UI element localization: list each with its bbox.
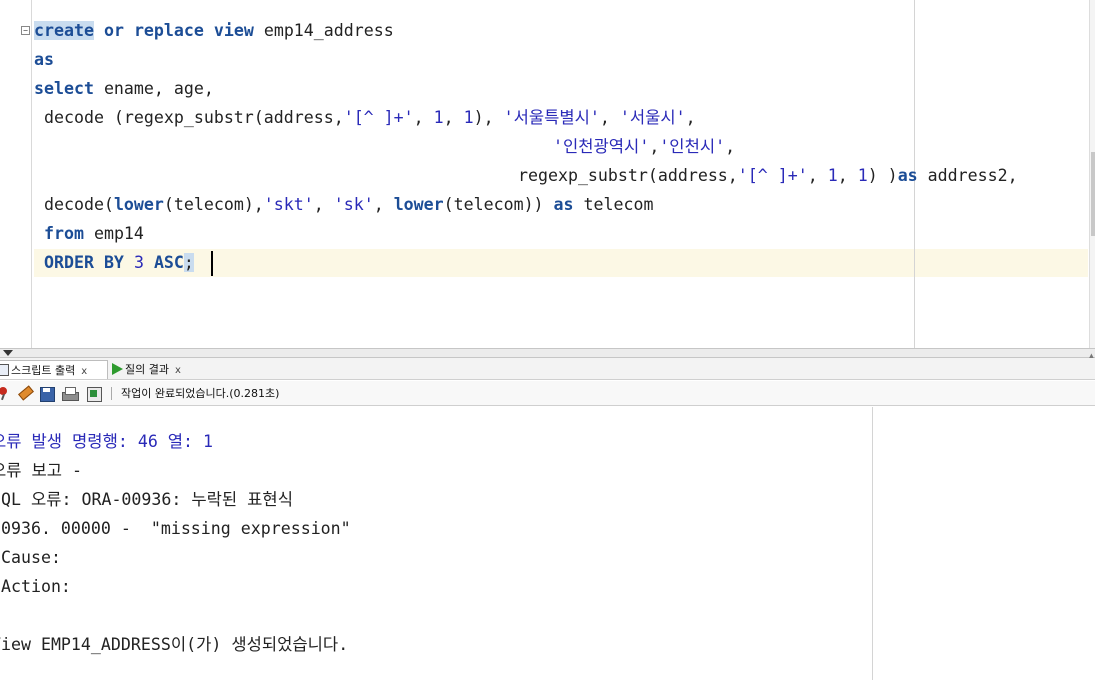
code-token: '[^ ]+' — [343, 108, 414, 127]
code-token: , — [837, 166, 858, 185]
tab-script-output[interactable]: 스크립트 출력 x — [0, 360, 108, 379]
fold-collapse-icon[interactable]: − — [21, 26, 30, 35]
export-icon[interactable] — [86, 386, 102, 402]
sql-editor[interactable]: − create or replace view emp14_address a… — [0, 0, 1095, 348]
output-tab-bar: 스크립트 출력 x 질의 결과 x — [0, 358, 1095, 380]
code-token: from — [44, 224, 84, 243]
code-token: ename, age, — [93, 79, 214, 98]
code-token: as — [553, 195, 574, 214]
code-token: replace — [133, 21, 204, 40]
code-token: 1 — [857, 166, 868, 185]
output-line: *Action: — [0, 577, 71, 596]
code-token: create — [34, 21, 94, 40]
code-token: 'sk' — [333, 195, 374, 214]
code-token: ) ) — [867, 166, 898, 185]
code-token: lower — [113, 195, 164, 214]
clear-eraser-icon[interactable] — [17, 386, 33, 401]
output-toolbar: 작업이 완료되었습니다.(0.281초) — [0, 381, 1095, 406]
code-token: ORDER BY — [44, 253, 124, 272]
close-icon[interactable]: x — [175, 365, 181, 376]
output-line: SQL 오류: ORA-00936: 누락된 표현식 — [0, 490, 293, 509]
code-token: decode (regexp_substr(address, — [34, 108, 344, 127]
output-line: *Cause: — [0, 548, 61, 567]
code-token: (telecom)) — [443, 195, 554, 214]
code-line[interactable]: decode (regexp_substr(address,'[^ ]+', 1… — [34, 107, 696, 129]
pin-icon[interactable] — [0, 386, 13, 401]
code-token: 1 — [827, 166, 838, 185]
code-token: regexp_substr(address, — [518, 166, 738, 185]
code-token: , — [649, 137, 660, 156]
code-token: ASC — [153, 253, 184, 272]
code-line[interactable]: ORDER BY 3 ASC; — [34, 252, 194, 274]
code-token: ; — [183, 253, 194, 272]
code-token: as — [34, 50, 54, 69]
code-token: 1 — [433, 108, 444, 127]
code-token: as — [897, 166, 918, 185]
code-token: , — [413, 108, 434, 127]
pane-splitter[interactable]: ▲ — [0, 348, 1095, 360]
code-line[interactable]: regexp_substr(address,'[^ ]+', 1, 1) )as… — [518, 165, 1018, 187]
code-token: decode( — [34, 195, 114, 214]
code-token: address2, — [917, 166, 1018, 185]
code-token: '서울시' — [619, 108, 686, 127]
script-output-panel[interactable]: 오류 발생 명령행: 46 열: 1 오류 보고 - SQL 오류: ORA-0… — [0, 407, 1095, 680]
editor-gutter: − — [0, 0, 32, 348]
code-token: '인천시' — [659, 137, 726, 156]
code-token: view — [213, 21, 254, 40]
code-line[interactable]: decode(lower(telecom),'skt', 'sk', lower… — [34, 194, 653, 216]
tab-script-label: 스크립트 출력 — [11, 364, 76, 377]
code-token: emp14 — [83, 224, 144, 243]
output-line: View EMP14_ADDRESS이(가) 생성되었습니다. — [0, 635, 349, 654]
run-play-icon — [112, 363, 123, 375]
code-token: , — [313, 195, 334, 214]
editor-vertical-scrollbar[interactable] — [1089, 0, 1095, 348]
text-caret — [211, 251, 213, 276]
tab-query-result[interactable]: 질의 결과 x — [110, 360, 206, 379]
output-line: 오류 보고 - — [0, 461, 83, 480]
code-token: , — [725, 137, 736, 156]
code-token: 3 — [133, 253, 144, 272]
code-line[interactable]: from emp14 — [34, 223, 144, 245]
code-token: , — [685, 108, 696, 127]
code-line[interactable]: create or replace view emp14_address — [34, 20, 394, 42]
tab-query-label: 질의 결과 — [125, 363, 169, 376]
code-token: , — [373, 195, 394, 214]
code-token: '인천광역시' — [553, 137, 650, 156]
save-icon[interactable] — [39, 386, 55, 402]
collapse-arrow-icon[interactable] — [3, 350, 13, 356]
output-line: 오류 발생 명령행: 46 열: 1 — [0, 432, 214, 451]
code-token: '[^ ]+' — [737, 166, 808, 185]
code-token: select — [34, 79, 94, 98]
code-token: 'skt' — [263, 195, 314, 214]
print-icon[interactable] — [62, 386, 79, 401]
code-token: '서울특별시' — [503, 108, 600, 127]
code-line[interactable]: as — [34, 49, 54, 71]
scrollbar-thumb[interactable] — [1091, 152, 1095, 236]
script-document-icon — [0, 364, 9, 376]
code-token: ), — [473, 108, 504, 127]
output-line: 00936. 00000 - "missing expression" — [0, 519, 351, 538]
code-token: emp14_address — [253, 21, 394, 40]
code-token: or — [103, 21, 124, 40]
code-token: , — [599, 108, 620, 127]
code-line[interactable]: select ename, age, — [34, 78, 214, 100]
code-token: 1 — [463, 108, 474, 127]
code-line[interactable]: '인천광역시','인천시', — [553, 136, 735, 158]
output-margin-line — [872, 407, 873, 680]
status-message: 작업이 완료되었습니다.(0.281초) — [121, 387, 280, 400]
code-token: , — [443, 108, 464, 127]
close-icon[interactable]: x — [81, 366, 87, 377]
code-token: , — [807, 166, 828, 185]
code-token: telecom — [573, 195, 654, 214]
code-token: lower — [393, 195, 444, 214]
toolbar-separator — [111, 387, 112, 400]
code-token: (telecom), — [163, 195, 264, 214]
